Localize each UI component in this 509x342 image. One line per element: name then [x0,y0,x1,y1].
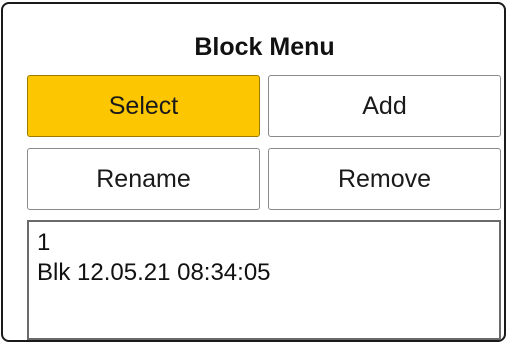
block-list[interactable]: 1 Blk 12.05.21 08:34:05 [27,220,501,340]
block-number: 1 [37,229,51,256]
add-button[interactable]: Add [268,75,501,137]
select-button[interactable]: Select [27,75,260,137]
block-name: Blk 12.05.21 08:34:05 [37,259,271,286]
list-item[interactable]: 1 Blk 12.05.21 08:34:05 [29,222,499,288]
menu-title: Block Menu [194,33,335,61]
remove-button[interactable]: Remove [268,148,501,210]
rename-button[interactable]: Rename [27,148,260,210]
